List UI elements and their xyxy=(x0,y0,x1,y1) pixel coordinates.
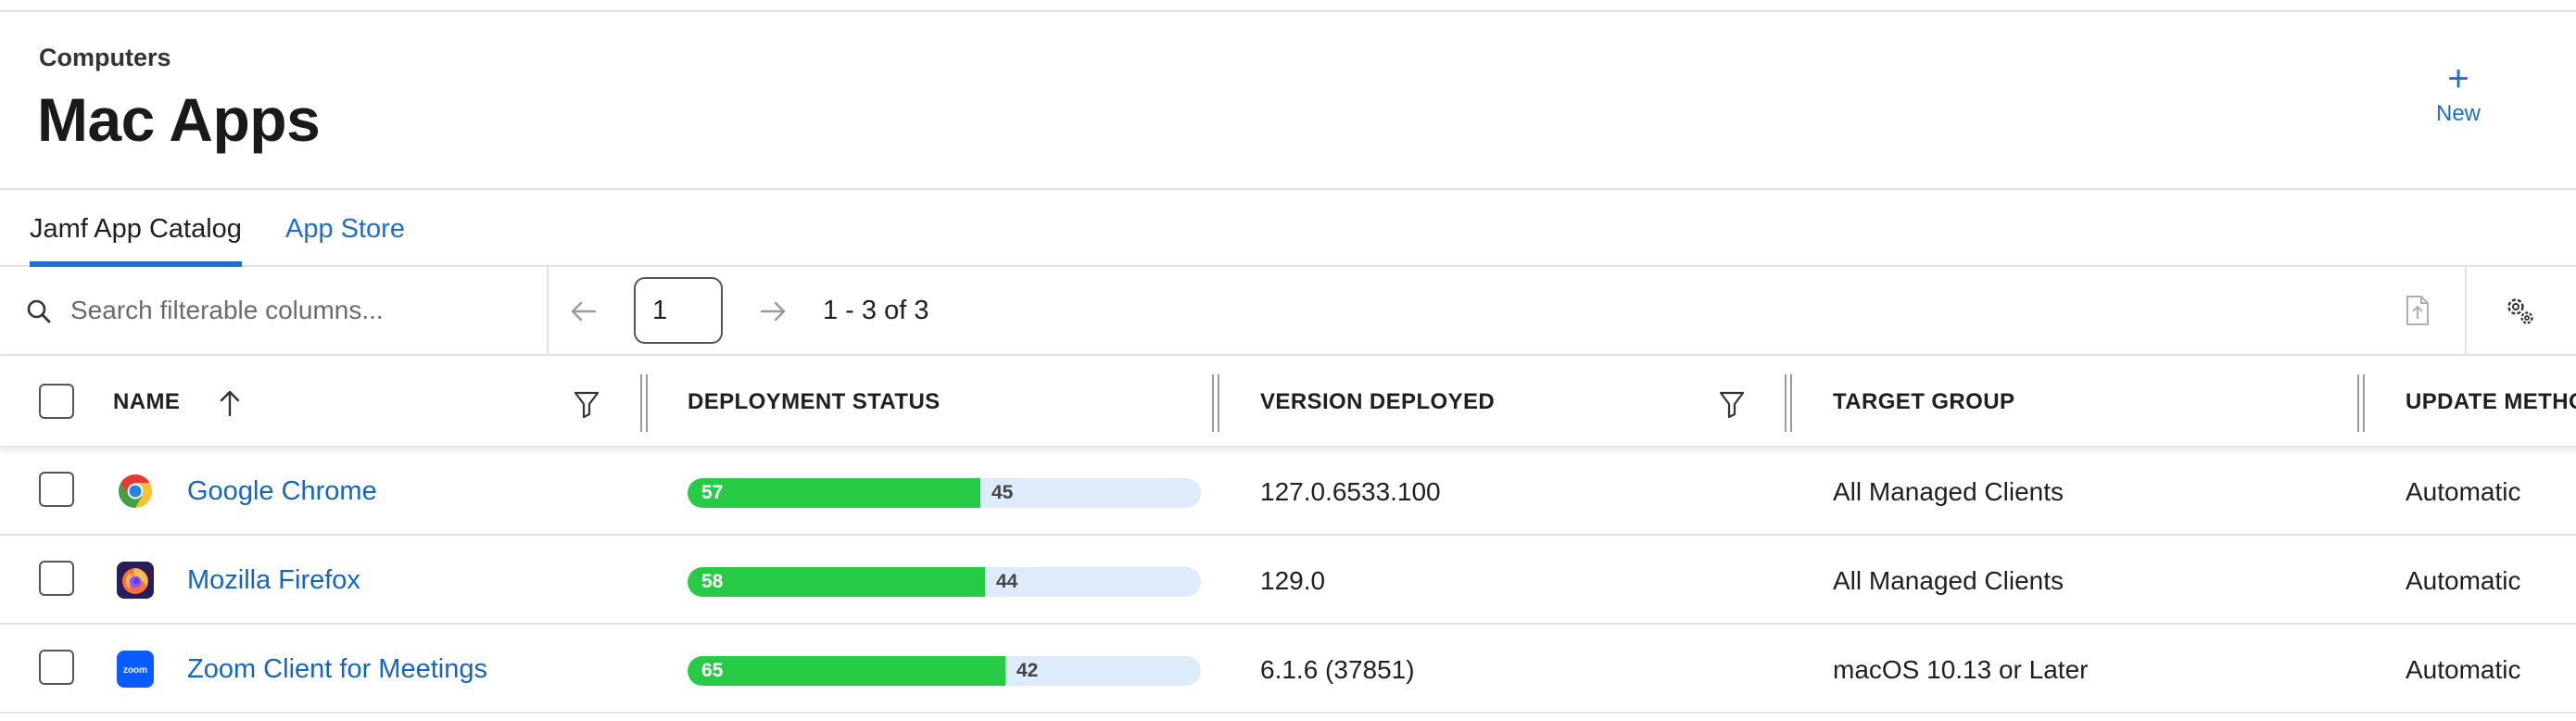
column-header-version-deployed[interactable]: VERSION DEPLOYED xyxy=(1260,389,1495,415)
row-checkbox[interactable] xyxy=(39,561,74,596)
svg-text:zoom: zoom xyxy=(123,665,147,676)
export-icon[interactable] xyxy=(2404,295,2431,326)
tab-jamf-app-catalog[interactable]: Jamf App Catalog xyxy=(30,214,242,267)
column-header-name[interactable]: NAME xyxy=(113,389,180,415)
version-cell: 6.1.6 (37851) xyxy=(1260,655,1415,684)
target-group-cell: macOS 10.13 or Later xyxy=(1833,655,2089,684)
page-title: Mac Apps xyxy=(37,85,321,154)
table-settings-area xyxy=(2465,267,2576,354)
deployed-count: 57 xyxy=(701,482,724,503)
update-method-cell: Automatic xyxy=(2406,655,2521,684)
app-name-link[interactable]: Google Chrome xyxy=(187,476,377,507)
deployed-count: 65 xyxy=(701,660,724,681)
deployment-bar-deployed xyxy=(688,656,1005,686)
column-resize-handle[interactable] xyxy=(1783,374,1794,432)
target-group-cell: All Managed Clients xyxy=(1833,477,2065,506)
chrome-icon xyxy=(118,474,152,508)
deployment-status-bar: 58 44 xyxy=(688,567,1201,597)
next-page-arrow-icon[interactable] xyxy=(756,295,789,328)
row-checkbox[interactable] xyxy=(39,472,74,507)
top-strip xyxy=(0,0,2576,12)
filter-icon[interactable] xyxy=(573,389,600,419)
app-name-link[interactable]: Zoom Client for Meetings xyxy=(187,654,487,685)
plus-icon: + xyxy=(2447,58,2469,99)
search-input[interactable] xyxy=(70,289,534,332)
page-number-input[interactable] xyxy=(634,277,723,344)
new-button[interactable]: + New xyxy=(2426,60,2491,127)
pagination-range: 1 - 3 of 3 xyxy=(823,296,929,325)
deployment-bar-deployed xyxy=(688,567,985,597)
update-method-cell: Automatic xyxy=(2406,566,2521,595)
app-name-link[interactable]: Mozilla Firefox xyxy=(187,565,360,596)
deployment-status-bar: 57 45 xyxy=(688,478,1201,508)
column-header-target-group[interactable]: TARGET GROUP xyxy=(1833,389,2014,415)
row-checkbox[interactable] xyxy=(39,650,74,685)
version-cell: 129.0 xyxy=(1260,566,1326,595)
pending-count: 42 xyxy=(1017,660,1039,681)
update-method-cell: Automatic xyxy=(2406,477,2521,506)
table-row: Mozilla Firefox 58 44 129.0 All Managed … xyxy=(0,536,2576,625)
search-box xyxy=(0,267,549,354)
pending-count: 44 xyxy=(996,571,1018,592)
new-button-label: New xyxy=(2435,101,2481,126)
column-resize-handle[interactable] xyxy=(1210,374,1221,432)
table-row: Google Chrome 57 45 127.0.6533.100 All M… xyxy=(0,447,2576,536)
breadcrumb[interactable]: Computers xyxy=(39,44,171,72)
previous-page-arrow-icon[interactable] xyxy=(567,295,600,328)
column-header-update-method[interactable]: UPDATE METHO xyxy=(2406,389,2576,415)
version-cell: 127.0.6533.100 xyxy=(1260,477,1441,506)
firefox-icon xyxy=(117,562,154,599)
zoom-icon: zoom xyxy=(117,651,154,688)
sort-ascending-icon[interactable] xyxy=(217,389,243,417)
table-toolbar: 1 - 3 of 3 xyxy=(0,267,2576,356)
column-resize-handle[interactable] xyxy=(2355,374,2367,432)
table-header: NAME DEPLOYMENT STATUS VERSION DEPLOYED … xyxy=(0,356,2576,447)
select-all-checkbox[interactable] xyxy=(39,384,74,419)
table-row: zoom Zoom Client for Meetings 65 42 6.1.… xyxy=(0,625,2576,714)
pending-count: 45 xyxy=(991,482,1014,503)
search-icon xyxy=(27,299,51,323)
column-header-deployment-status[interactable]: DEPLOYMENT STATUS xyxy=(688,389,941,415)
column-resize-handle[interactable] xyxy=(638,374,650,432)
target-group-cell: All Managed Clients xyxy=(1833,566,2065,595)
deployment-bar-deployed xyxy=(688,478,980,508)
tab-bar: Jamf App Catalog App Store xyxy=(0,190,2576,267)
deployment-status-bar: 65 42 xyxy=(688,656,1201,686)
deployed-count: 58 xyxy=(701,571,724,592)
filter-icon[interactable] xyxy=(1718,389,1746,419)
tab-app-store[interactable]: App Store xyxy=(285,214,405,267)
gear-icon[interactable] xyxy=(2504,295,2537,328)
page-header: Computers Mac Apps + New xyxy=(0,12,2576,190)
